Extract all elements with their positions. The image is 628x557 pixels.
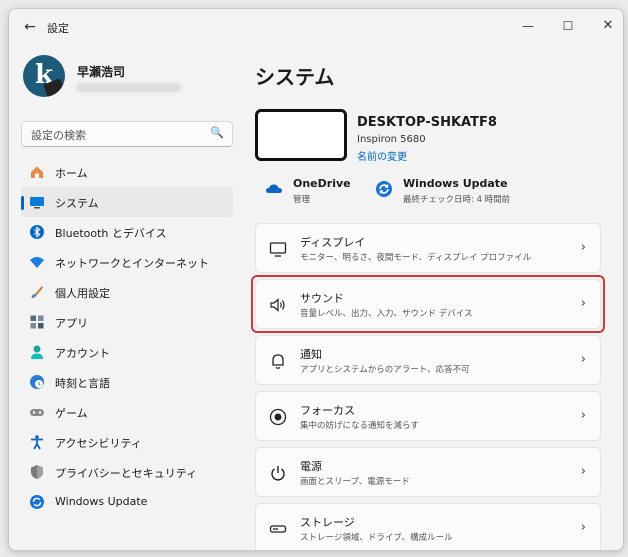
speaker-icon [270,298,285,312]
sidebar-item-label: アプリ [55,317,88,330]
card-title: フォーカス [300,404,355,417]
sidebar-item-label: Bluetooth とデバイス [55,227,167,240]
settings-card-focus[interactable]: フォーカス集中の妨げになる通知を減らす › [255,391,601,441]
settings-card-storage[interactable]: ストレージストレージ領域、ドライブ、構成ルール › [255,503,601,550]
sidebar-item-gaming[interactable]: ゲーム [21,397,233,427]
bluetooth-icon [30,225,44,239]
sidebar-item-label: アカウント [55,347,110,360]
sidebar-item-home[interactable]: ホーム [21,157,233,187]
cloud-icon [266,184,282,193]
sidebar-item-label: Windows Update [55,495,148,508]
user-email-blurred [77,83,181,92]
settings-cards: ディスプレイ モニター、明るさ、夜間モード、ディスプレイ プロファイル › サウンド音… [251,223,605,550]
sidebar-item-label: ネットワークとインターネット [55,257,209,270]
sidebar-item-label: アクセシビリティ [55,437,142,450]
chevron-right-icon: › [580,520,586,535]
user-name: 早瀬浩司 [77,65,126,79]
chevron-right-icon: › [580,408,586,423]
maximize-button[interactable]: ☐ [552,15,584,37]
windows-update-subtitle: 最終チェック日時: 4 時間前 [403,195,511,205]
title-bar: ← 設定 — ☐ ✕ [9,9,623,45]
sync-icon [376,181,392,197]
search-placeholder: 設定の検索 [31,129,86,142]
brush-icon [31,286,43,298]
settings-window: ← 設定 — ☐ ✕ k 早瀬浩司 設定の検索 🔍 ホーム システム Bluetoo… [8,8,624,551]
sidebar-item-personalize[interactable]: 個人用設定 [21,277,233,307]
onedrive-subtitle: 管理 [293,195,311,205]
bell-icon [272,354,284,369]
chevron-right-icon: › [580,352,586,367]
device-name: DESKTOP-SHKATF8 [357,115,497,130]
card-subtitle: 画面とスリープ、電源モード [300,477,410,487]
home-icon [31,166,43,178]
settings-card-speaker[interactable]: サウンド音量レベル、出力、入力、サウンド デバイス › [251,275,605,333]
card-subtitle: アプリとシステムからのアラート、応答不可 [300,365,470,375]
focus-icon [269,408,287,426]
storage-icon [269,525,287,533]
sidebar-item-network[interactable]: ネットワークとインターネット [21,247,233,277]
settings-card-bell[interactable]: 通知アプリとシステムからのアラート、応答不可 › [255,335,601,385]
arrow-left-icon[interactable]: ← [21,18,39,36]
main-content: システム DESKTOP-SHKATF8 Inspiron 5680 名前の変更… [251,45,615,550]
power-icon [271,466,285,481]
sidebar-item-privacy[interactable]: プライバシーとセキュリティ [21,457,233,487]
sidebar-item-label: システム [55,197,99,210]
settings-card-power[interactable]: 電源画面とスリープ、電源モード › [255,447,601,497]
device-thumbnail [255,109,347,161]
windows-update-title: Windows Update [403,177,508,190]
card-subtitle: モニター、明るさ、夜間モード、ディスプレイ プロファイル [300,253,532,263]
sidebar-nav: ホームシステム Bluetooth とデバイスネットワークとインターネット 個人用設… [21,157,233,517]
accessibility-icon [31,435,43,450]
chevron-right-icon: › [580,464,586,479]
person-icon [31,345,43,359]
sidebar-item-label: ゲーム [55,407,88,420]
search-icon: 🔍 [210,126,224,139]
sidebar-item-label: プライバシーとセキュリティ [55,467,198,480]
sidebar-item-apps[interactable]: アプリ [21,307,233,337]
card-title: ディスプレイ [300,236,366,249]
card-title: 通知 [300,348,322,361]
onedrive-title: OneDrive [293,177,351,190]
clock-globe-icon [30,375,44,389]
sidebar-item-update[interactable]: Windows Update [21,487,233,517]
sidebar-item-label: 時刻と言語 [55,377,110,390]
card-subtitle: 集中の妨げになる通知を減らす [300,421,419,431]
search-input[interactable]: 設定の検索 🔍 [21,121,233,147]
shield-icon [31,465,43,479]
page-title: システム [255,65,335,89]
sync-icon [30,495,44,509]
card-title: 電源 [300,460,322,473]
sidebar-item-time[interactable]: 時刻と言語 [21,367,233,397]
sidebar-item-label: ホーム [55,167,88,180]
rename-link[interactable]: 名前の変更 [357,148,407,163]
card-subtitle: ストレージ領域、ドライブ、構成ルール [300,533,453,543]
gamepad-icon [30,409,44,416]
window-title: 設定 [47,22,69,35]
card-title: サウンド [300,292,344,305]
sidebar-item-accounts[interactable]: アカウント [21,337,233,367]
sidebar: k 早瀬浩司 設定の検索 🔍 ホームシステム Bluetooth とデバイスネット… [9,45,247,550]
chevron-right-icon: › [580,296,586,311]
monitor-icon [30,197,44,209]
chevron-right-icon: › [580,240,586,255]
card-subtitle: 音量レベル、出力、入力、サウンド デバイス [300,309,473,319]
avatar[interactable]: k [23,55,65,97]
minimize-button[interactable]: — [512,15,544,37]
card-title: ストレージ [300,516,355,529]
wifi-icon [30,257,44,268]
display-icon [269,242,287,257]
sidebar-item-accessibility[interactable]: アクセシビリティ [21,427,233,457]
apps-icon [30,315,44,329]
sidebar-item-system[interactable]: システム [21,187,233,217]
close-button[interactable]: ✕ [592,15,623,37]
sidebar-item-bluetooth[interactable]: Bluetooth とデバイス [21,217,233,247]
sidebar-item-label: 個人用設定 [55,287,110,300]
settings-card-display[interactable]: ディスプレイモニター、明るさ、夜間モード、ディスプレイ プロファイル › [255,223,601,273]
device-model: Inspiron 5680 [357,134,426,145]
